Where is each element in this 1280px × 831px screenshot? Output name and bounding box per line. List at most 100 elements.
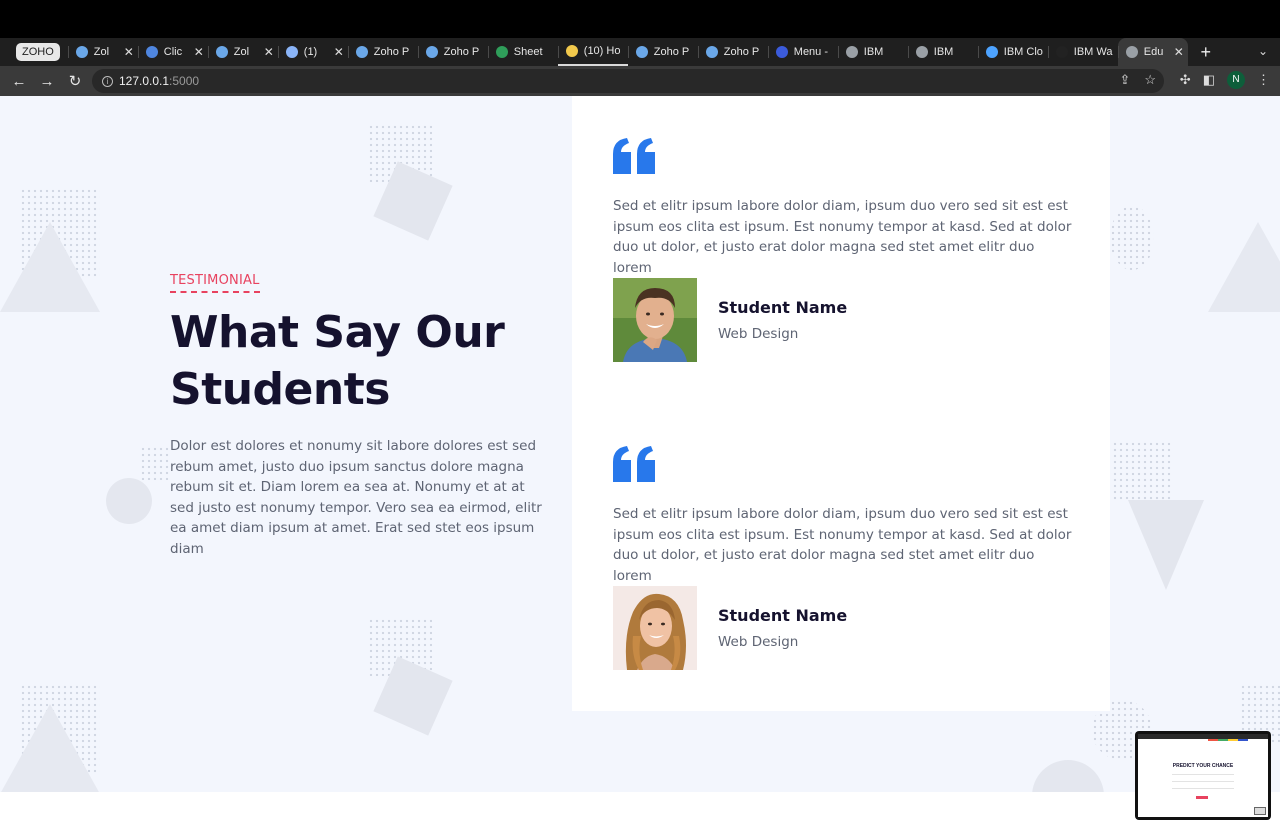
- window-top-bar: [0, 0, 1280, 38]
- new-tab-icon[interactable]: +: [1196, 42, 1216, 63]
- quote-icon: [613, 138, 655, 174]
- quote-icon: [613, 446, 655, 482]
- tab-title: IBM: [863, 46, 884, 58]
- section-description: Dolor est dolores et nonumy sit labore d…: [170, 438, 542, 557]
- pip-screen: PREDICT YOUR CHANCE: [1138, 734, 1268, 817]
- sheet-icon: [495, 46, 508, 58]
- tab-title: Zoho P: [723, 46, 760, 58]
- ibm-cloud-icon: [985, 46, 998, 58]
- browser-tab[interactable]: (1) ✕: [277, 38, 348, 66]
- address-bar[interactable]: i 127.0.0.1:5000 ⇪ ☆: [92, 69, 1164, 93]
- menu-kebab-icon[interactable]: ⋮: [1257, 72, 1270, 88]
- browser-tab[interactable]: IBM: [907, 38, 978, 66]
- zoho-icon: [75, 46, 88, 58]
- browser-tab[interactable]: Zoho P: [697, 38, 768, 66]
- url-port: :5000: [169, 74, 200, 88]
- browser-tab[interactable]: Zol ✕: [207, 38, 278, 66]
- browser-tab[interactable]: Zoho P: [417, 38, 488, 66]
- globe-icon: [1125, 46, 1138, 58]
- browser-tab[interactable]: Zoho P: [627, 38, 698, 66]
- zoho-icon: [215, 46, 228, 58]
- testimonial-text: Sed et elitr ipsum labore dolor diam, ip…: [613, 198, 1072, 276]
- triangle-decoration: [0, 704, 100, 794]
- tab-title: Zoho P: [443, 46, 480, 58]
- browser-tab[interactable]: Sheet: [487, 38, 558, 66]
- reload-icon[interactable]: ↻: [62, 69, 88, 93]
- testimonial-text: Sed et elitr ipsum labore dolor diam, ip…: [613, 506, 1072, 584]
- close-tab-icon[interactable]: ✕: [334, 45, 344, 59]
- tab-list: Zol ✕ Clic ✕ Zol ✕ (1) ✕ Zoho P Zoho P Sheet (10) H…: [67, 38, 1188, 66]
- back-arrow-icon[interactable]: ←: [6, 69, 32, 93]
- tab-title: IBM Wa: [1073, 46, 1113, 58]
- pip-title: PREDICT YOUR CHANCE: [1172, 763, 1234, 769]
- pip-submit-button: [1196, 796, 1208, 799]
- section-eyebrow: TESTIMONIAL: [170, 273, 260, 293]
- tab-title: Zoho P: [373, 46, 410, 58]
- tab-search-chevron-icon[interactable]: ⌄: [1258, 44, 1268, 58]
- testimonial-card: Sed et elitr ipsum labore dolor diam, ip…: [613, 446, 1073, 670]
- close-tab-icon[interactable]: ✕: [264, 45, 274, 59]
- picture-in-picture-preview[interactable]: PREDICT YOUR CHANCE: [1135, 731, 1271, 820]
- triangle-decoration: [0, 222, 100, 312]
- triangle-down-decoration: [1128, 500, 1204, 590]
- zoho-icon: [355, 46, 368, 58]
- browser-tab[interactable]: IBM: [837, 38, 908, 66]
- zoho-icon: [635, 46, 648, 58]
- tab-group-chip[interactable]: ZOHO: [16, 43, 60, 61]
- side-panel-icon[interactable]: ◧: [1203, 72, 1215, 88]
- student-meta: Student Name Web Design: [718, 606, 847, 650]
- bookmark-star-icon[interactable]: ☆: [1144, 72, 1156, 88]
- browser-tab[interactable]: Zol ✕: [67, 38, 138, 66]
- tab-title: (1): [303, 46, 318, 58]
- student-role: Web Design: [718, 326, 799, 342]
- profile-avatar[interactable]: N: [1227, 71, 1245, 89]
- close-tab-icon[interactable]: ✕: [194, 45, 204, 59]
- browser-tab[interactable]: Edu ✕: [1117, 38, 1188, 66]
- student-female-photo: [613, 586, 697, 670]
- globe-icon: [845, 46, 858, 58]
- tab-title: Menu -: [793, 46, 829, 58]
- student-male-photo: [613, 278, 697, 362]
- zoho-icon: [425, 46, 438, 58]
- tab-title: IBM Clo: [1003, 46, 1043, 58]
- tab-title: Zoho P: [653, 46, 690, 58]
- pip-form-line: [1172, 788, 1234, 789]
- pip-browser-bar: [1138, 734, 1268, 739]
- browser-tab[interactable]: IBM Wa: [1047, 38, 1118, 66]
- chat-icon: [145, 46, 158, 58]
- mail-icon: [285, 46, 298, 58]
- tab-title: Zol: [93, 46, 110, 58]
- pip-accent-strip: [1208, 739, 1248, 741]
- student-name: Student Name: [718, 298, 848, 317]
- tab-strip: ZOHO Zol ✕ Clic ✕ Zol ✕ (1) ✕ Zoho P Zoho P Sheet (…: [0, 38, 1280, 66]
- browser-tab[interactable]: IBM Clo: [977, 38, 1048, 66]
- student-meta: Student Name Web Design: [718, 298, 847, 342]
- close-tab-icon[interactable]: ✕: [1174, 45, 1184, 59]
- pip-form-line: [1172, 781, 1234, 782]
- browser-tab[interactable]: Menu -: [767, 38, 838, 66]
- globe-icon: [915, 46, 928, 58]
- github-icon: [1055, 46, 1068, 58]
- close-tab-icon[interactable]: ✕: [124, 45, 134, 59]
- student-info: Student Name Web Design: [613, 278, 847, 362]
- student-name: Student Name: [718, 606, 848, 625]
- site-info-icon[interactable]: i: [102, 75, 113, 87]
- circle-decoration: [106, 478, 152, 524]
- forward-arrow-icon[interactable]: →: [34, 69, 60, 93]
- testimonial-section: TESTIMONIAL What Say Our Students Dolor …: [0, 96, 1280, 831]
- student-info: Student Name Web Design: [613, 586, 847, 670]
- next-section-strip: [0, 792, 1280, 831]
- browser-toolbar: ← → ↻ i 127.0.0.1:5000 ⇪ ☆ ✣ ◧ N ⋮: [0, 66, 1280, 96]
- browser-tab[interactable]: (10) Ho: [557, 38, 628, 66]
- tab-title: Sheet: [513, 46, 543, 58]
- testimonial-carousel: Sed et elitr ipsum labore dolor diam, ip…: [572, 96, 1110, 711]
- tab-title: Zol: [233, 46, 250, 58]
- browser-tab[interactable]: Clic ✕: [137, 38, 208, 66]
- zoho-icon: [705, 46, 718, 58]
- share-icon[interactable]: ⇪: [1119, 72, 1130, 88]
- pip-expand-icon[interactable]: [1254, 807, 1266, 815]
- dot-pattern-decoration: [1110, 206, 1154, 270]
- url-host: 127.0.0.1: [119, 74, 170, 88]
- extensions-puzzle-icon[interactable]: ✣: [1180, 72, 1191, 88]
- browser-tab[interactable]: Zoho P: [347, 38, 418, 66]
